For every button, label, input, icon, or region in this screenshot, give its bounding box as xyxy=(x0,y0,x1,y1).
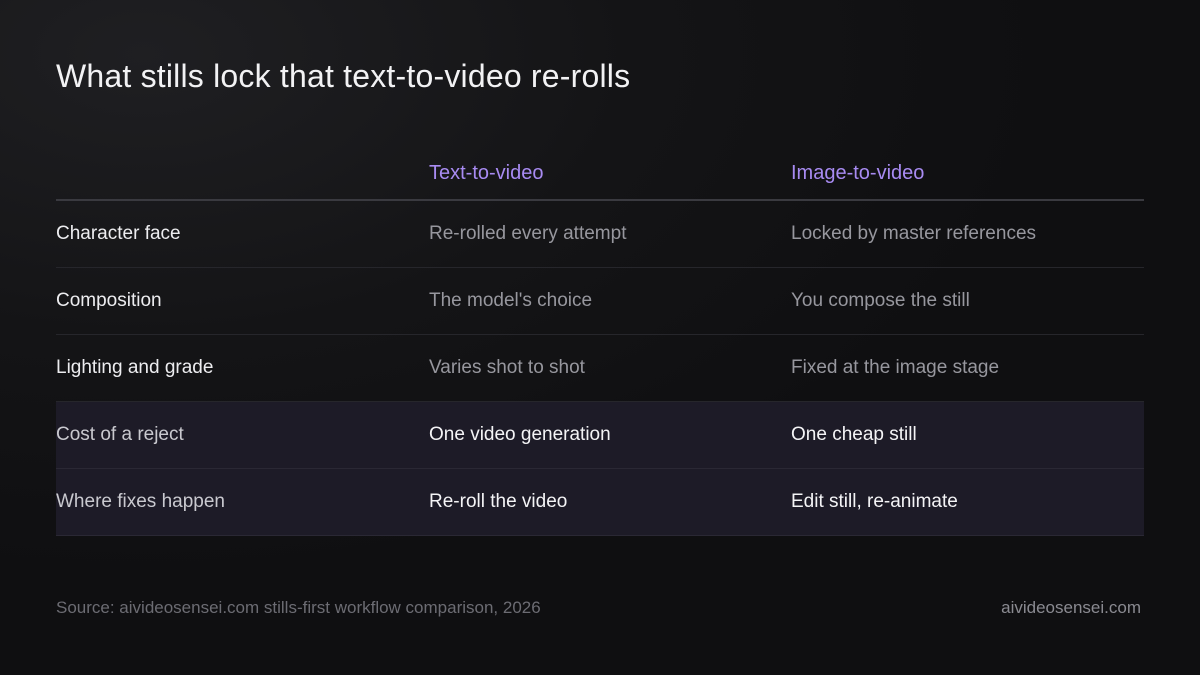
image-to-video-cell: You compose the still xyxy=(791,290,970,311)
table-row-highlighted: Cost of a reject One video generation On… xyxy=(56,402,1144,469)
comparison-table: Text-to-video Image-to-video Character f… xyxy=(56,146,1144,536)
row-label: Character face xyxy=(56,223,181,244)
row-label: Where fixes happen xyxy=(56,491,225,512)
text-to-video-cell: The model's choice xyxy=(429,290,593,311)
image-to-video-cell: Fixed at the image stage xyxy=(791,357,1000,378)
source-note: Source: aivideosensei.com stills-first w… xyxy=(56,598,541,617)
text-to-video-cell: Re-rolled every attempt xyxy=(429,223,627,244)
image-to-video-cell: One cheap still xyxy=(791,424,917,445)
row-label: Composition xyxy=(56,290,162,311)
text-to-video-cell: Re-roll the video xyxy=(429,491,568,512)
image-to-video-cell: Edit still, re-animate xyxy=(791,491,958,512)
header-text-to-video: Text-to-video xyxy=(429,162,544,184)
row-label: Cost of a reject xyxy=(56,424,184,445)
table-row: Character face Re-rolled every attempt L… xyxy=(56,201,1144,268)
brand-label: aivideosensei.com xyxy=(1001,598,1141,617)
table-row: Lighting and grade Varies shot to shot F… xyxy=(56,335,1144,402)
table-row: Composition The model's choice You compo… xyxy=(56,268,1144,335)
table-header-row: Text-to-video Image-to-video xyxy=(56,146,1144,201)
row-label: Lighting and grade xyxy=(56,357,214,378)
text-to-video-cell: Varies shot to shot xyxy=(429,357,585,378)
page-title: What stills lock that text-to-video re-r… xyxy=(56,58,631,94)
image-to-video-cell: Locked by master references xyxy=(791,223,1037,244)
text-to-video-cell: One video generation xyxy=(429,424,611,445)
header-image-to-video: Image-to-video xyxy=(791,162,925,184)
table-row-highlighted: Where fixes happen Re-roll the video Edi… xyxy=(56,469,1144,536)
